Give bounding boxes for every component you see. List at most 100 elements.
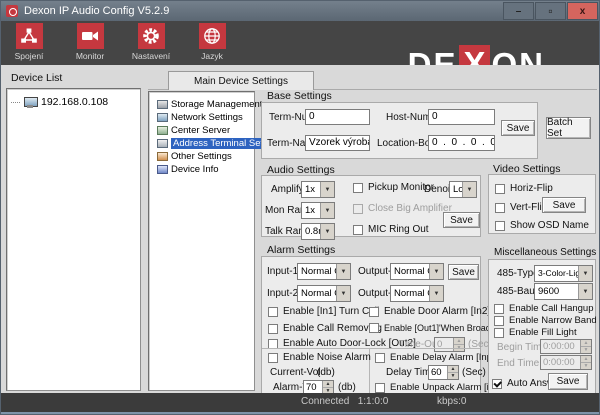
end-time-label: End Time	[497, 358, 539, 369]
485-type-dropdown[interactable]: 3-Color-Light	[534, 265, 593, 282]
chevron-down-icon[interactable]	[320, 182, 334, 197]
camera-icon	[80, 26, 100, 46]
mon-range-dropdown[interactable]: 1x	[301, 202, 335, 219]
time-out-spinner: 0	[434, 337, 465, 352]
other-settings-icon	[157, 152, 168, 161]
device-list[interactable]: 192.168.0.108	[6, 88, 141, 391]
settings-nav-tree[interactable]: Storage Management Network Settings Cent…	[148, 91, 255, 391]
input1-dropdown[interactable]: Normal Open	[297, 263, 351, 280]
base-save-button[interactable]: Save	[501, 120, 535, 136]
pickup-monitor-checkbox[interactable]: Pickup Monitor	[353, 182, 434, 193]
mic-ring-out-checkbox[interactable]: MIC Ring Out	[353, 224, 429, 235]
batch-set-button[interactable]: Batch Set	[546, 117, 591, 139]
close-button[interactable]	[567, 2, 598, 20]
input2-dropdown[interactable]: Normal Open	[297, 285, 351, 302]
title-bar: Dexon IP Audio Config V5.2.9	[1, 1, 599, 21]
app-icon	[6, 5, 18, 17]
talk-range-dropdown[interactable]: 0.8m	[301, 223, 335, 240]
output1-dropdown[interactable]: Normal Close	[390, 263, 444, 280]
show-osd-name-checkbox[interactable]: Show OSD Name	[495, 220, 589, 231]
chevron-down-icon[interactable]	[578, 266, 592, 281]
video-save-button[interactable]: Save	[542, 197, 586, 213]
terminal-icon	[157, 139, 168, 148]
settings-button-label: Nastavení	[132, 51, 170, 61]
settings-button[interactable]: Nastavení	[129, 23, 173, 61]
enable-fill-light-checkbox[interactable]: Enable Fill Light	[494, 327, 577, 338]
host-num-label: Host-Num	[386, 112, 431, 123]
gear-icon	[141, 26, 161, 46]
close-big-amplifier-checkbox: Close Big Amplifier	[353, 203, 452, 214]
enable-door-alarm-checkbox[interactable]: Enable Door Alarm [In2]	[369, 306, 490, 317]
device-list-item[interactable]: 192.168.0.108	[11, 96, 108, 108]
device-list-title: Device List	[11, 72, 62, 84]
app-window: Dexon IP Audio Config V5.2.9 Spojení	[0, 0, 600, 415]
enable-noise-alarm-checkbox[interactable]: Enable Noise Alarm	[268, 352, 371, 363]
connection-status: Connected 1:1:0:0	[301, 396, 388, 407]
info-icon	[157, 165, 168, 174]
base-settings-group	[261, 102, 538, 159]
nav-item-storage-management[interactable]: Storage Management	[157, 98, 262, 111]
chevron-down-icon[interactable]	[320, 224, 334, 239]
host-num-field[interactable]: 0	[428, 109, 495, 125]
end-time-spinner: 0:00:00	[540, 355, 592, 370]
chevron-down-icon[interactable]	[462, 182, 476, 197]
alarm-settings-title: Alarm Settings	[267, 244, 335, 256]
chevron-down-icon[interactable]	[578, 284, 592, 299]
chevron-down-icon[interactable]	[429, 264, 443, 279]
network-icon	[19, 26, 39, 46]
client-area: Device List 192.168.0.108 Main Device Se…	[1, 65, 599, 393]
enable-call-removing-checkbox[interactable]: Enable Call Removing	[268, 323, 382, 334]
begin-time-spinner: 0:00:00	[540, 339, 592, 354]
alarm-vol-unit: (db)	[338, 382, 356, 393]
monitor-button-label: Monitor	[76, 51, 104, 61]
connect-button[interactable]: Spojení	[7, 23, 51, 61]
term-num-field[interactable]: 0	[305, 109, 370, 125]
base-settings-title: Base Settings	[267, 90, 332, 102]
nav-item-network-settings[interactable]: Network Settings	[157, 111, 243, 124]
maximize-button[interactable]	[535, 2, 566, 20]
output2-dropdown[interactable]: Normal Close	[390, 285, 444, 302]
minimize-button[interactable]	[503, 2, 534, 20]
device-ip-label: 192.168.0.108	[41, 96, 108, 108]
amplify-dropdown[interactable]: 1x	[301, 181, 335, 198]
enable-narrow-band-checkbox[interactable]: Enable Narrow Band	[494, 315, 597, 326]
input2-label: Input-2	[267, 288, 298, 299]
storage-icon	[157, 100, 168, 109]
chevron-down-icon[interactable]	[336, 286, 350, 301]
current-vol-unit: (db)	[317, 367, 335, 378]
chevron-down-icon[interactable]	[320, 203, 334, 218]
location-box-ip-field[interactable]: 0 . 0 . 0 . 0	[428, 135, 495, 151]
alarm-save-button[interactable]: Save	[448, 264, 479, 280]
delay-time-spinner[interactable]: 60	[428, 365, 459, 380]
enable-out1-when-broadcast-checkbox[interactable]: Enable [Out1]'When Broadcast	[369, 323, 507, 333]
language-button[interactable]: Jazyk	[190, 23, 234, 61]
toolbar: Spojení Monitor Nastavení	[1, 21, 599, 65]
language-button-label: Jazyk	[201, 51, 223, 61]
denoise-dropdown[interactable]: Low	[449, 181, 477, 198]
nav-item-device-info[interactable]: Device Info	[157, 163, 219, 176]
nav-item-other-settings[interactable]: Other Settings	[157, 150, 232, 163]
485-baud-dropdown[interactable]: 9600	[534, 283, 593, 300]
485-type-label: 485-Type	[497, 268, 539, 279]
misc-save-button[interactable]: Save	[548, 373, 588, 390]
chevron-down-icon[interactable]	[429, 286, 443, 301]
term-name-field[interactable]: Vzorek výroba PoE + a	[305, 135, 370, 151]
connect-button-label: Spojení	[15, 51, 44, 61]
amplify-label: Amplify	[271, 184, 304, 195]
chevron-down-icon[interactable]	[336, 264, 350, 279]
tab-main-device-settings[interactable]: Main Device Settings	[168, 71, 314, 90]
nav-item-center-server[interactable]: Center Server	[157, 124, 230, 137]
misc-settings-title: Miscellaneous Settings	[494, 247, 596, 258]
monitor-button[interactable]: Monitor	[68, 23, 112, 61]
kbps-status: kbps:0	[437, 396, 466, 407]
horiz-flip-checkbox[interactable]: Horiz-Flip	[495, 183, 553, 194]
globe-icon	[202, 26, 222, 46]
alarm-separator	[262, 348, 480, 349]
vert-flip-checkbox[interactable]: Vert-Flip	[495, 202, 547, 213]
enable-in1-turn-call-checkbox[interactable]: Enable [In1] Turn Call	[268, 306, 379, 317]
delay-time-unit: (Sec)	[462, 367, 486, 378]
enable-call-hangup-checkbox[interactable]: Enable Call Hangup	[494, 303, 594, 314]
input1-label: Input-1	[267, 266, 298, 277]
audio-save-button[interactable]: Save	[443, 212, 480, 228]
network-settings-icon	[157, 113, 168, 122]
